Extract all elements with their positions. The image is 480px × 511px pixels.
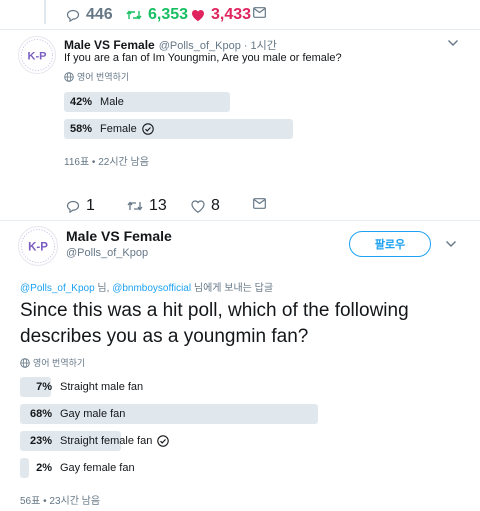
poll-percent: 68%: [29, 408, 52, 420]
dm-action[interactable]: [253, 198, 266, 209]
reply-action[interactable]: 1: [66, 197, 95, 215]
poll-percent: 2%: [36, 462, 52, 474]
mention-link[interactable]: @bnmboysofficial: [112, 283, 191, 294]
chevron-down-icon[interactable]: [447, 39, 459, 47]
reply-separator: 님,: [94, 283, 113, 294]
translate-link[interactable]: 영어 번역하기: [64, 70, 129, 83]
globe-icon: [64, 71, 74, 82]
poll-option: 68% Gay male fan: [20, 404, 458, 424]
tweet-text: Since this was a hit poll, which of the …: [20, 300, 409, 347]
poll-option-text: Straight male fan: [60, 381, 144, 393]
poll-option-text: Female: [100, 123, 137, 135]
handle[interactable]: @Polls_of_Kpop: [159, 40, 241, 52]
poll-option-text: Straight female fan: [60, 435, 153, 447]
kpop-logo-icon: K-P: [21, 39, 53, 71]
retweet-action[interactable]: 13: [127, 197, 167, 215]
like-action[interactable]: 8: [191, 197, 220, 215]
display-name[interactable]: Male VS Female: [64, 38, 155, 52]
reply-count: 446: [86, 6, 113, 23]
poll-percent: 23%: [29, 435, 52, 447]
poll-option-label: 58% Female: [70, 119, 154, 139]
envelope-icon: [253, 198, 266, 209]
poll-option: 23% Straight female fan: [20, 431, 458, 451]
poll-option-label: 7% Straight male fan: [26, 377, 143, 397]
reply-count: 1: [86, 197, 95, 214]
check-circle-icon: [157, 435, 170, 447]
svg-text:K-P: K-P: [28, 51, 47, 63]
poll-percent: 42%: [70, 96, 93, 108]
poll-option: 42% Male: [64, 92, 459, 112]
retweet-icon: [126, 10, 142, 20]
heart-icon: [191, 199, 205, 213]
poll-meta: 116표 • 22시간 남음: [64, 157, 149, 168]
poll-option: 2% Gay female fan: [20, 458, 458, 478]
chevron-down-icon[interactable]: [445, 240, 457, 248]
follow-button[interactable]: 팔로우: [349, 231, 431, 257]
retweet-icon: [127, 201, 143, 211]
poll-option-label: 2% Gay female fan: [26, 458, 135, 478]
translate-link[interactable]: 영어 번역하기: [20, 356, 85, 369]
reply-suffix: 님에게 보내는 답글: [191, 283, 274, 294]
poll-option-text: Male: [100, 96, 124, 108]
tweet-header: Male VS Female @Polls_of_Kpop · 1시간: [64, 37, 277, 53]
thread-line: [44, 0, 46, 24]
timestamp[interactable]: · 1시간: [244, 37, 277, 53]
like-count: 8: [211, 197, 220, 214]
reply-icon: [66, 9, 80, 22]
poll-option-label: 68% Gay male fan: [26, 404, 125, 424]
display-name[interactable]: Male VS Female: [66, 228, 172, 244]
retweet-action[interactable]: 6,353: [126, 6, 188, 24]
like-count: 3,433: [211, 6, 252, 23]
avatar[interactable]: K-P: [18, 226, 58, 266]
kpop-logo-icon: K-P: [21, 229, 55, 263]
poll-percent: 58%: [70, 123, 93, 135]
avatar[interactable]: K-P: [18, 36, 56, 74]
like-action[interactable]: 3,433: [191, 6, 251, 24]
poll-option-label: 23% Straight female fan: [26, 431, 170, 451]
translate-label: 영어 번역하기: [77, 72, 130, 82]
handle[interactable]: @Polls_of_Kpop: [66, 247, 148, 259]
poll-option: 7% Straight male fan: [20, 377, 458, 397]
poll-meta: 56표 • 23시간 남음: [20, 496, 101, 507]
poll-percent: 7%: [36, 381, 52, 393]
poll-option-label: 42% Male: [70, 92, 124, 112]
retweet-count: 6,353: [148, 6, 189, 23]
divider: [0, 220, 480, 221]
reply-context: @Polls_of_Kpop 님, @bnmboysofficial 님에게 보…: [20, 279, 273, 294]
heart-icon: [192, 9, 204, 21]
poll-option-text: Gay male fan: [60, 408, 126, 420]
svg-text:K-P: K-P: [28, 242, 48, 254]
translate-label: 영어 번역하기: [33, 358, 86, 368]
globe-icon: [20, 357, 30, 368]
poll-option: 58% Female: [64, 119, 459, 139]
divider: [0, 29, 480, 30]
retweet-count: 13: [149, 197, 167, 214]
check-circle-icon: [141, 123, 154, 135]
mention-link[interactable]: @Polls_of_Kpop: [20, 283, 95, 294]
reply-icon: [66, 200, 80, 213]
poll-option-text: Gay female fan: [60, 462, 135, 474]
tweet-text: If you are a fan of Im Youngmin, Are you…: [64, 52, 342, 64]
reply-action[interactable]: 446: [66, 6, 113, 24]
dm-action[interactable]: [253, 7, 266, 18]
envelope-icon: [253, 7, 266, 18]
